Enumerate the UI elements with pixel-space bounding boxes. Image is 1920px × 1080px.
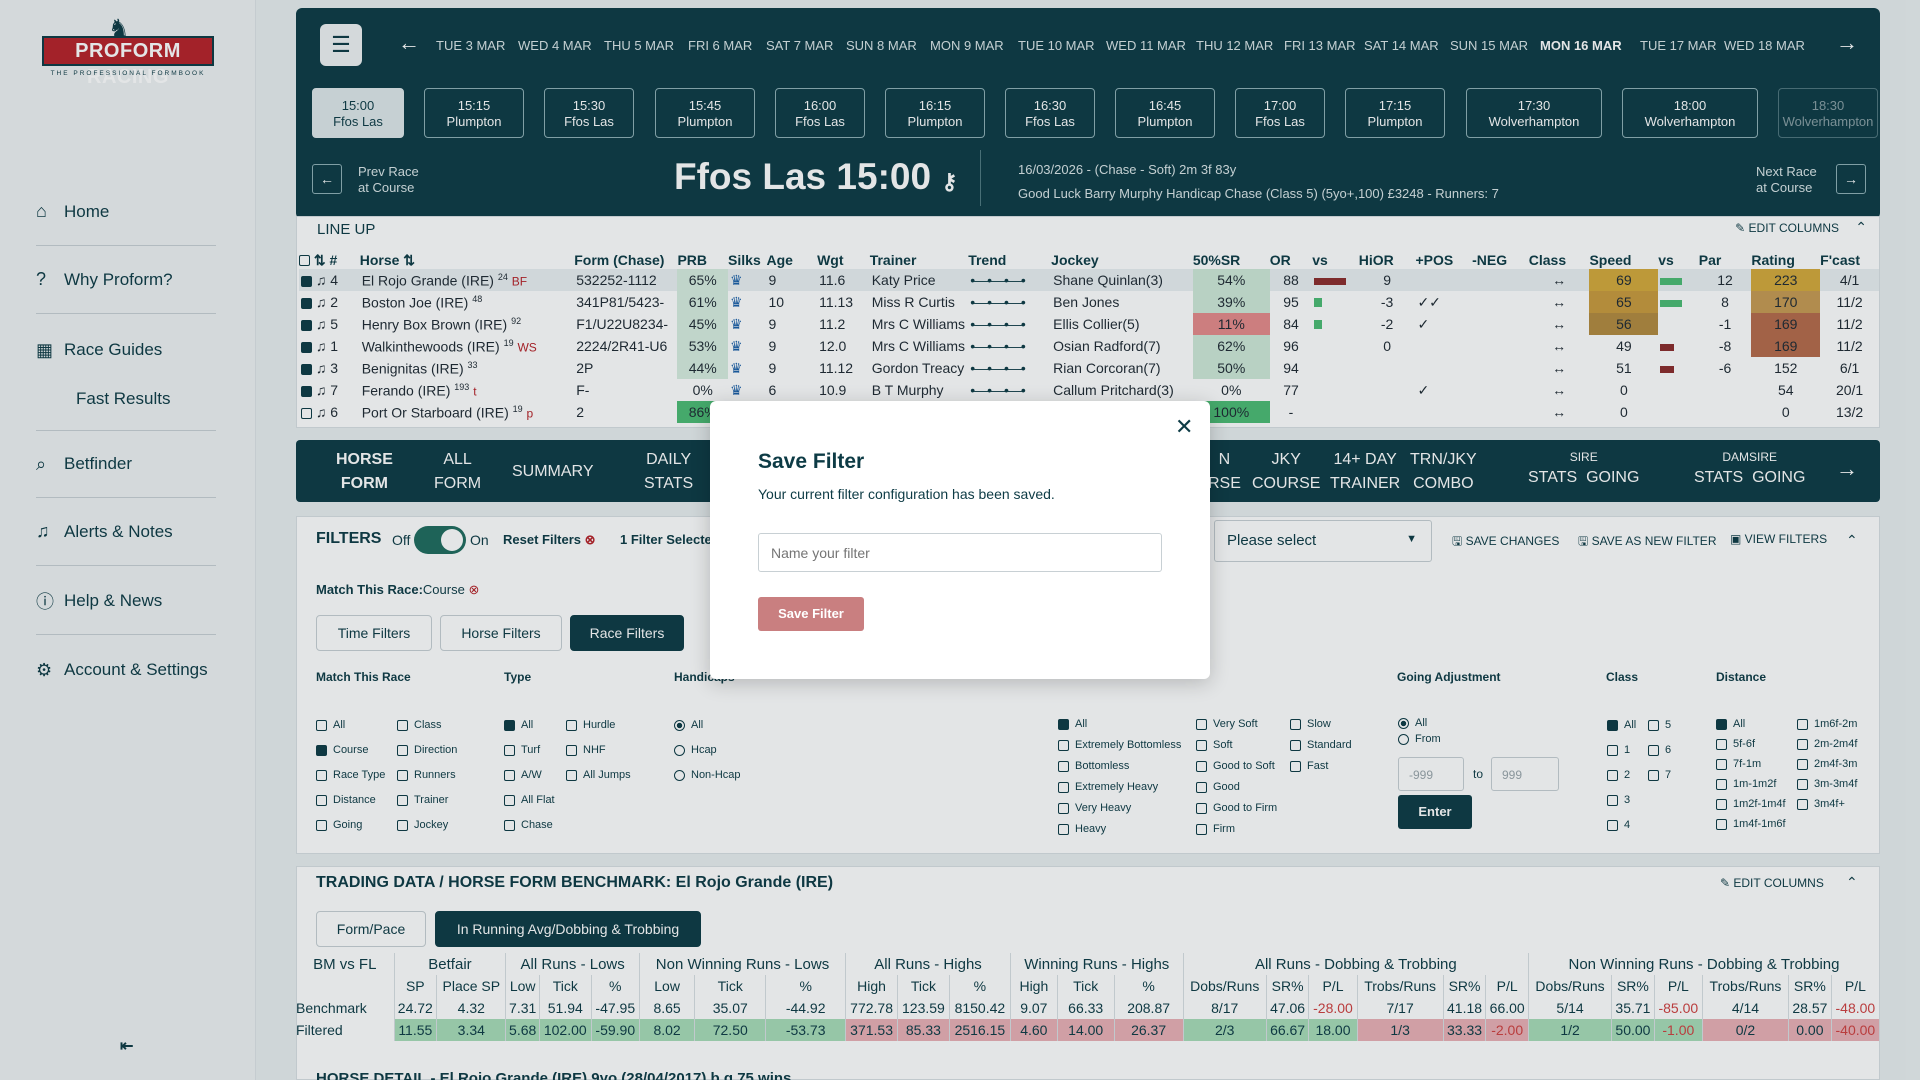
modal-title: Save Filter bbox=[758, 450, 865, 473]
filter-name-input[interactable] bbox=[758, 533, 1162, 572]
modal-subtitle: Your current filter configuration has be… bbox=[758, 486, 1055, 502]
close-icon[interactable]: ✕ bbox=[1175, 414, 1193, 440]
save-filter-button[interactable]: Save Filter bbox=[758, 597, 864, 631]
